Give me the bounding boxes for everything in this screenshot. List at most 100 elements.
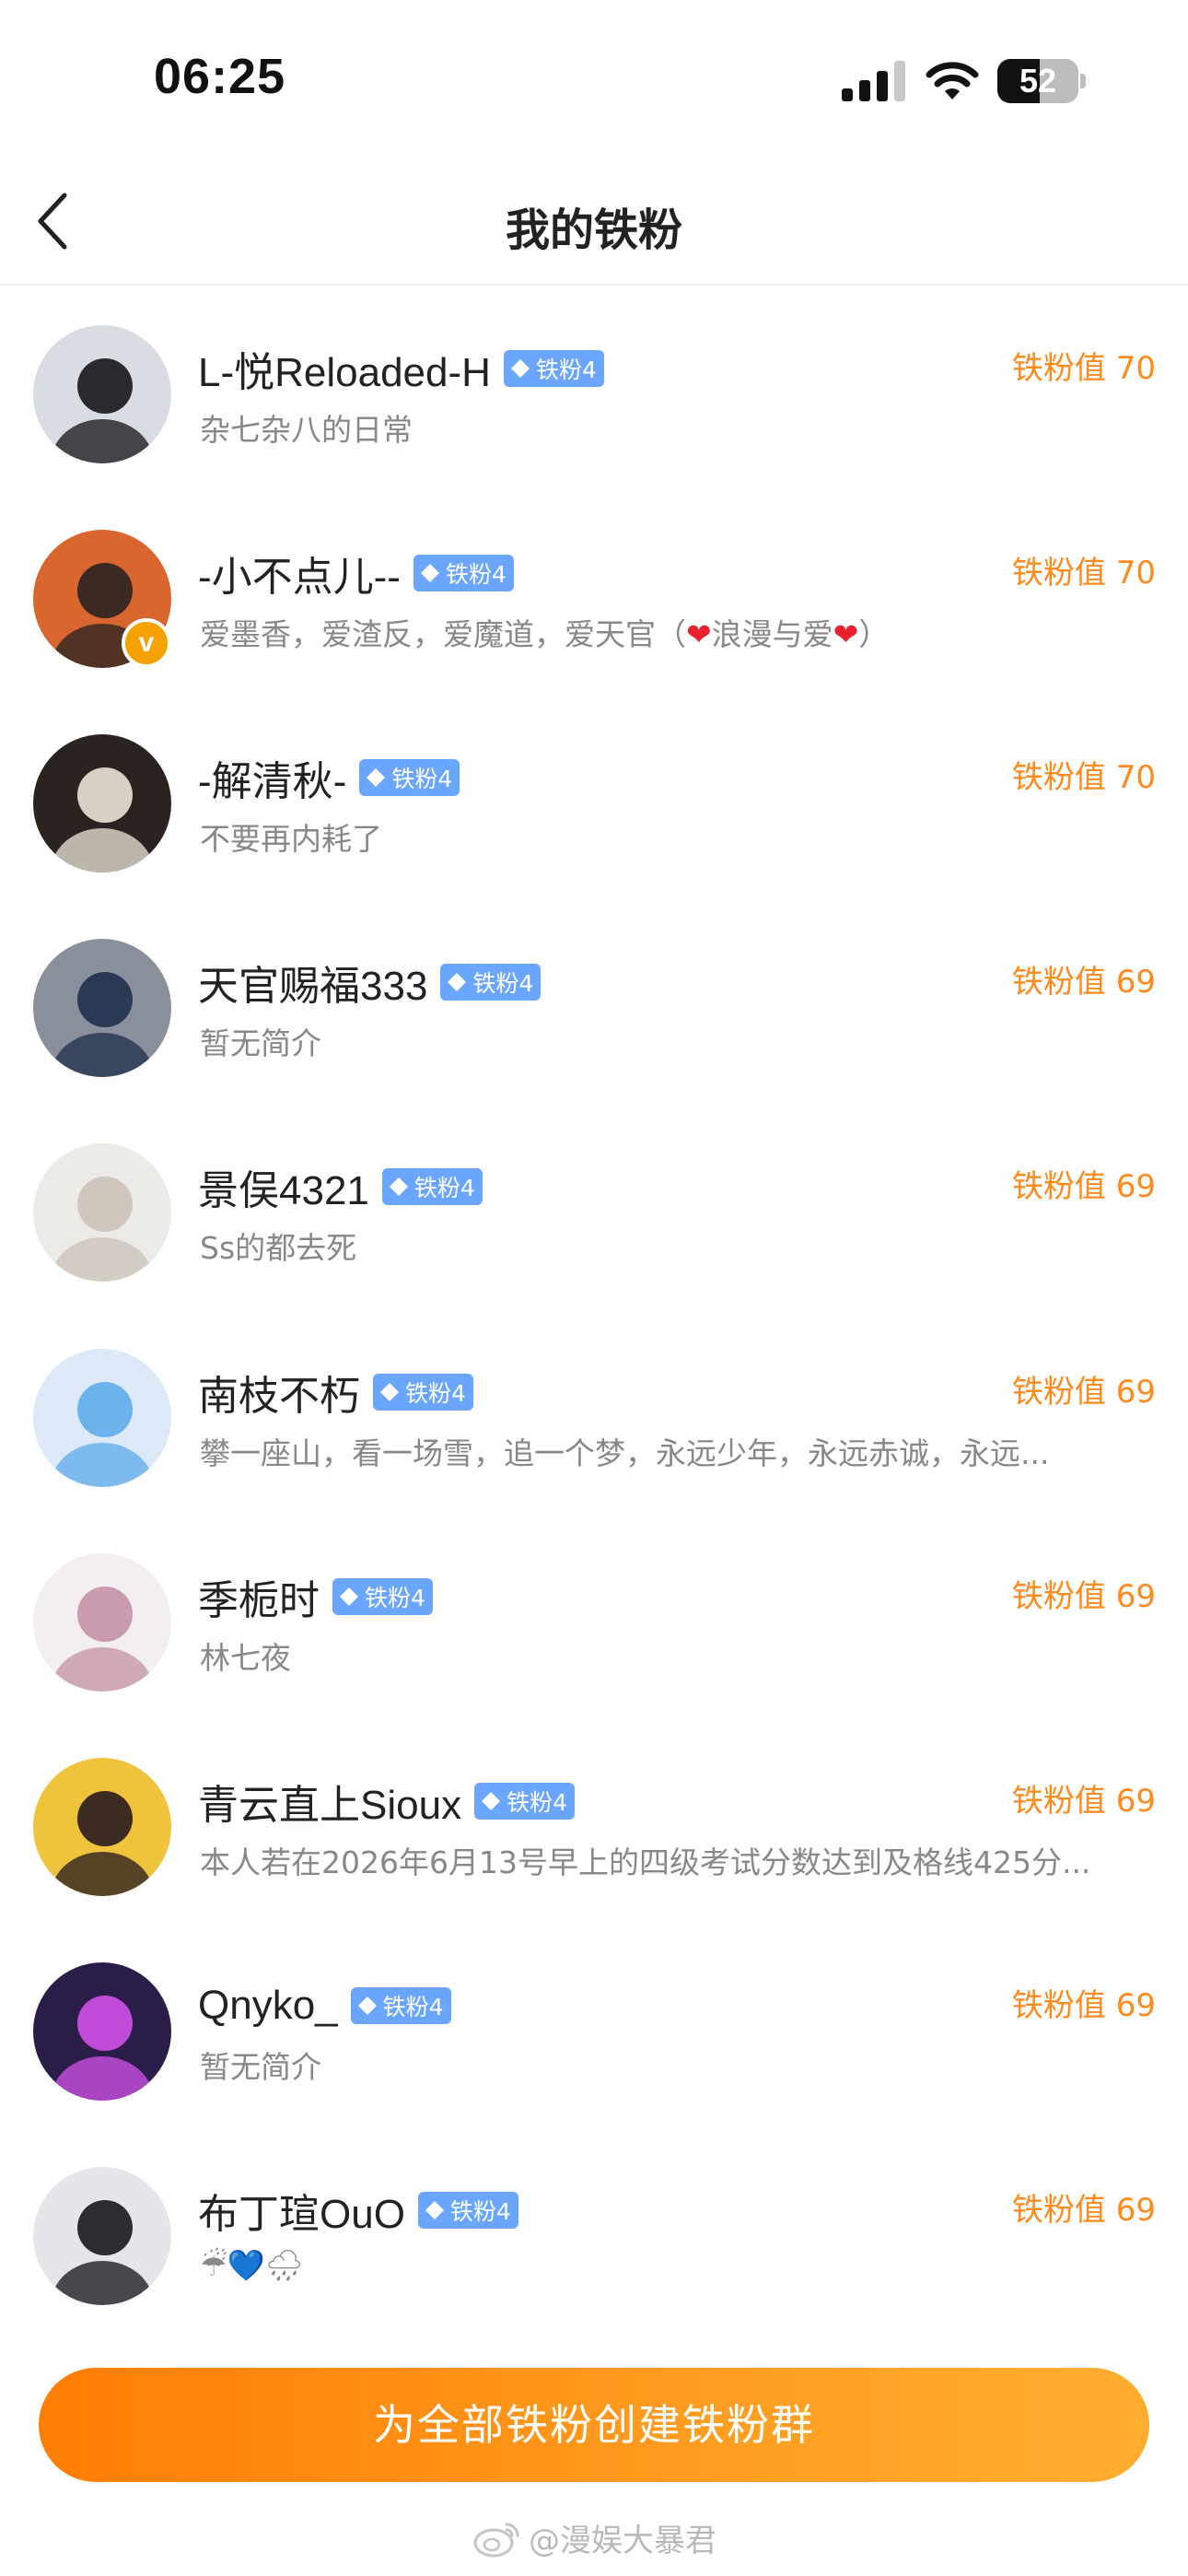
fan-bio-text: 浪漫与爱 — [711, 616, 833, 652]
fan-level-badge: 铁粉4 — [417, 2192, 518, 2229]
fan-level-text: 铁粉4 — [472, 970, 534, 997]
fan-row[interactable]: 景俣4321 铁粉4 Ss的都去死 铁粉值 69 — [0, 1106, 1188, 1310]
fan-bio: 爱墨香，爱渣反，爱魔道，爱天官（❤浪漫与爱❤） — [200, 610, 1158, 654]
fan-level-text: 铁粉4 — [382, 1994, 444, 2020]
avatar[interactable] — [33, 325, 171, 463]
fan-name[interactable]: 南枝不朽 — [198, 1363, 360, 1422]
diamond-icon — [389, 1177, 408, 1196]
fan-bio: 杂七杂八的日常 — [200, 412, 413, 448]
fan-row[interactable]: L-悦Reloaded-H 铁粉4 杂七杂八的日常 铁粉值 70 — [0, 287, 1188, 492]
wifi-icon — [926, 62, 979, 100]
fan-name-line: L-悦Reloaded-H 铁粉4 — [198, 341, 604, 396]
fan-level-badge: 铁粉4 — [332, 1578, 433, 1615]
fan-level-badge: 铁粉4 — [350, 1987, 451, 2024]
diamond-icon — [357, 1996, 377, 2015]
diamond-icon — [482, 1792, 501, 1810]
fan-level-badge: 铁粉4 — [503, 350, 604, 387]
avatar[interactable] — [33, 1553, 171, 1692]
avatar[interactable] — [33, 734, 171, 872]
fan-score: 铁粉值 69 — [1011, 1168, 1156, 1205]
battery-level: 52 — [1019, 62, 1057, 100]
fan-score: 铁粉值 69 — [1011, 1374, 1156, 1411]
fan-bio: 暂无简介 — [200, 1025, 321, 1061]
fan-level-badge: 铁粉4 — [440, 964, 542, 1001]
fan-name[interactable]: 景俣4321 — [198, 1157, 369, 1216]
fan-name-line: 景俣4321 铁粉4 — [198, 1159, 483, 1214]
fan-row[interactable]: 布丁瑄OuO 铁粉4 ☔💙🌧 铁粉值 69 — [0, 2129, 1188, 2334]
fan-row[interactable]: 天官赐福333 铁粉4 暂无简介 铁粉值 69 — [0, 901, 1188, 1106]
diamond-icon — [425, 2201, 444, 2219]
fan-name[interactable]: -解清秋- — [198, 748, 346, 807]
diamond-icon — [340, 1587, 358, 1606]
weibo-icon — [473, 2523, 519, 2557]
fan-bio-text: 爱墨香，爱渣反，爱魔道，爱天官（ — [200, 616, 686, 652]
fan-bio: 本人若在2026年6月13号早上的四级考试分数达到及格线425分... — [200, 1844, 1091, 1880]
avatar[interactable] — [33, 939, 171, 1077]
diamond-icon — [380, 1383, 399, 1401]
fan-score: 铁粉值 69 — [1011, 1783, 1156, 1820]
fan-level-text: 铁粉4 — [507, 1789, 567, 1816]
fan-name-line: 天官赐福333 铁粉4 — [198, 953, 542, 1012]
avatar[interactable] — [33, 1758, 171, 1896]
avatar[interactable] — [33, 2167, 171, 2305]
avatar[interactable] — [33, 1962, 171, 2101]
fan-name[interactable]: -小不点儿-- — [198, 544, 401, 603]
fan-name-line: 季栀时 铁粉4 — [198, 1569, 433, 1624]
avatar[interactable] — [33, 1349, 171, 1487]
fan-row[interactable]: -解清秋- 铁粉4 不要再内耗了 铁粉值 70 — [0, 697, 1188, 901]
verified-badge-icon: v — [122, 618, 171, 668]
fan-score: 铁粉值 70 — [1011, 555, 1156, 591]
watermark: @漫娱大暴君 — [473, 2515, 716, 2560]
fan-row[interactable]: 季栀时 铁粉4 林七夜 铁粉值 69 — [0, 1516, 1188, 1720]
heart-icon: ❤ — [686, 616, 712, 652]
fan-name-line: 布丁瑄OuO 铁粉4 — [198, 2183, 518, 2238]
fan-name[interactable]: 季栀时 — [198, 1567, 320, 1626]
fan-name[interactable]: 天官赐福333 — [198, 953, 427, 1012]
fan-level-text: 铁粉4 — [449, 2198, 511, 2225]
fan-score: 铁粉值 69 — [1011, 1987, 1156, 2024]
fan-row[interactable]: Qnyko_ 铁粉4 暂无简介 铁粉值 69 — [0, 1925, 1188, 2129]
battery-icon: 52 — [997, 59, 1086, 103]
fan-bio: Ss的都去死 — [200, 1230, 357, 1266]
fan-bio: 暂无简介 — [200, 2049, 321, 2085]
fan-level-badge: 铁粉4 — [359, 759, 460, 796]
fan-level-badge: 铁粉4 — [474, 1783, 575, 1820]
fan-bio: 攀一座山，看一场雪，追一个梦，永远少年，永远赤诚，永远... — [200, 1435, 1050, 1471]
fan-row[interactable]: 青云直上Sioux 铁粉4 本人若在2026年6月13号早上的四级考试分数达到及格线… — [0, 1720, 1188, 1925]
fan-level-text: 铁粉4 — [365, 1585, 425, 1611]
fan-name-line: Qnyko_ 铁粉4 — [198, 1978, 451, 2033]
fan-level-text: 铁粉4 — [445, 561, 507, 588]
create-fan-group-button[interactable]: 为全部铁粉创建铁粉群 — [39, 2368, 1149, 2482]
fan-score: 铁粉值 70 — [1011, 350, 1156, 387]
diamond-icon — [367, 768, 386, 787]
fan-name-line: -小不点儿-- 铁粉4 — [198, 545, 514, 601]
page-title: 我的铁粉 — [505, 205, 682, 256]
fan-name[interactable]: 布丁瑄OuO — [198, 2181, 405, 2240]
fan-bio-text: ） — [858, 616, 890, 652]
fan-name[interactable]: Qnyko_ — [198, 1983, 338, 2029]
fan-row[interactable]: 南枝不朽 铁粉4 攀一座山，看一场雪，追一个梦，永远少年，永远赤诚，永远... 铁粉值… — [0, 1311, 1188, 1516]
fan-name[interactable]: 青云直上Sioux — [198, 1772, 461, 1831]
fan-level-text: 铁粉4 — [535, 357, 597, 383]
diamond-icon — [448, 973, 467, 991]
fan-level-text: 铁粉4 — [405, 1380, 466, 1407]
fan-row[interactable]: v -小不点儿-- 铁粉4 爱墨香，爱渣反，爱魔道，爱天官（❤浪漫与爱❤） 铁粉值 70 — [0, 492, 1188, 697]
fan-name-line: 青云直上Sioux 铁粉4 — [198, 1774, 575, 1829]
avatar[interactable] — [33, 1143, 171, 1282]
fan-score: 铁粉值 69 — [1011, 2192, 1156, 2229]
signal-icon — [842, 61, 905, 101]
watermark-text: @漫娱大暴君 — [529, 2523, 716, 2559]
fan-level-badge: 铁粉4 — [373, 1374, 473, 1411]
heart-icon: ❤ — [833, 616, 859, 652]
fan-name-line: -解清秋- 铁粉4 — [198, 750, 460, 805]
status-time: 06:25 — [154, 49, 286, 104]
fan-level-badge: 铁粉4 — [381, 1168, 483, 1205]
nav-bar: 我的铁粉 — [0, 157, 1188, 286]
fan-score: 铁粉值 69 — [1011, 964, 1156, 1001]
fan-bio: 不要再内耗了 — [200, 821, 382, 857]
fan-bio: 林七夜 — [200, 1640, 291, 1676]
fan-score: 铁粉值 69 — [1011, 1578, 1156, 1615]
status-bar: 06:25 52 — [0, 0, 1188, 157]
fan-name[interactable]: L-悦Reloaded-H — [198, 339, 491, 398]
diamond-icon — [420, 564, 439, 582]
